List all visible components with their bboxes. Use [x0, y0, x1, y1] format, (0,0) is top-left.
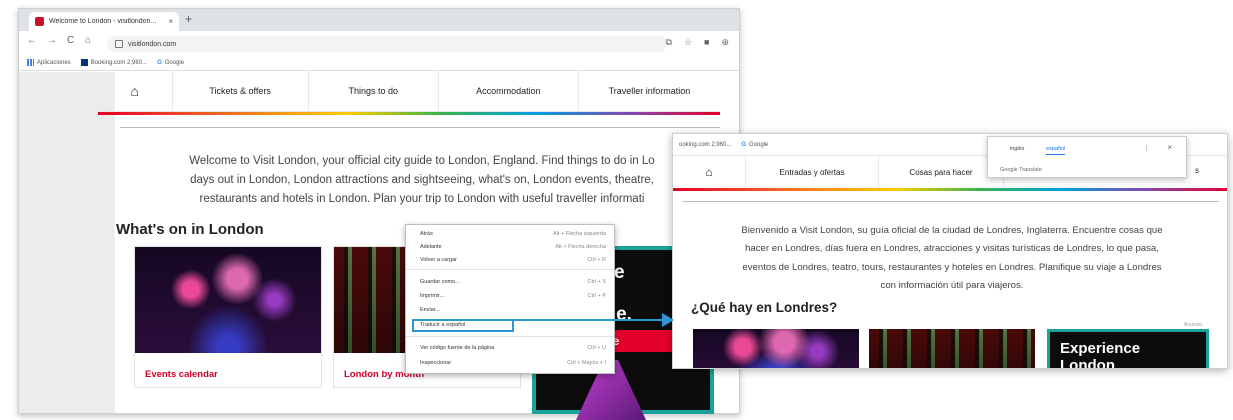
ad-label: Anuncio	[1183, 322, 1202, 328]
nav-cutoff-text: s	[1195, 166, 1199, 175]
translate-highlight-box	[412, 319, 514, 332]
forward-arrow-icon[interactable]: →	[47, 35, 57, 46]
card-label[interactable]: Events calendar	[145, 369, 218, 380]
divider	[120, 127, 720, 128]
extension-icon[interactable]: ■	[704, 37, 709, 48]
fireworks-image	[135, 247, 321, 353]
page-margin	[19, 72, 115, 413]
bookmark-google[interactable]: G Google	[741, 142, 768, 148]
ad-headline: Experience London	[1060, 340, 1141, 369]
google-translate-label: Google Translate	[1000, 167, 1042, 173]
ctx-reload[interactable]: Volver a cargar Ctrl + R	[420, 255, 606, 265]
divider	[683, 201, 1219, 202]
ctx-forward[interactable]: Adelante Alt + Flecha derecha	[420, 242, 606, 252]
ctx-view-source[interactable]: Ver código fuente de la página Ctrl + U	[420, 343, 606, 353]
bookmark-booking[interactable]: ooking.com 2,960...	[679, 142, 731, 148]
nav-things-to-do[interactable]: Things to do	[309, 70, 439, 111]
site-nav: ⌂ Tickets & offers Things to do Accommod…	[98, 70, 720, 112]
nav-entradas-ofertas[interactable]: Entradas y ofertas	[746, 156, 879, 188]
ctx-back[interactable]: Atrás Alt + Flecha izquierda	[420, 229, 606, 239]
ctx-separator	[406, 269, 614, 270]
ctx-send[interactable]: Enviar...	[420, 305, 606, 315]
bookmark-apps[interactable]: Aplicaciones	[27, 59, 71, 66]
nav-tickets-offers[interactable]: Tickets & offers	[173, 70, 309, 111]
back-arrow-icon[interactable]: ←	[27, 35, 37, 46]
address-bar[interactable]: visitlondon.com	[107, 36, 667, 52]
ctx-save-as[interactable]: Guardar como... Ctrl + S	[420, 277, 606, 287]
pointer-arrow-line	[509, 319, 664, 321]
menu-icon[interactable]: ⊕	[721, 37, 729, 48]
ad-banner[interactable]: Anuncio Experience London	[1047, 322, 1209, 369]
translate-icon[interactable]: ⧉	[666, 37, 672, 48]
pointer-arrow-head-icon	[662, 313, 674, 327]
google-icon: G	[741, 141, 747, 148]
right-browser-window: ooking.com 2,960... G Google ⌂ Entradas y…	[672, 133, 1228, 369]
bookmarks-bar: Aplicaciones Booking.com 2,960... G Googl…	[19, 55, 739, 71]
visitlondon-favicon-icon	[35, 17, 44, 26]
toolbar-icons: ⧉ ☆ ■ ⊕	[666, 37, 730, 48]
nav-accommodation[interactable]: Accommodation	[439, 70, 579, 111]
more-options-icon[interactable]: ⋮	[1143, 144, 1150, 152]
lang-english-tab[interactable]: inglés	[1010, 146, 1024, 152]
nav-traveller-information[interactable]: Traveller information	[579, 70, 720, 111]
context-menu: Atrás Alt + Flecha izquierda Adelante Alt …	[405, 224, 615, 374]
reload-icon[interactable]: C	[67, 35, 74, 46]
url-text: visitlondon.com	[128, 40, 177, 48]
brand-stripe	[98, 112, 720, 115]
card-events-image[interactable]	[693, 329, 859, 368]
browser-tab[interactable]: Welcome to London - visitlondon... ×	[29, 12, 179, 31]
translate-popup: inglés español ⋮ × Google Translate	[987, 136, 1187, 178]
section-title: What's on in London	[116, 221, 264, 238]
nav-cosas-para-hacer[interactable]: Cosas para hacer	[879, 156, 1004, 188]
booking-icon	[80, 59, 88, 66]
bookmark-booking[interactable]: Booking.com 2,960...	[80, 59, 147, 66]
new-tab-icon[interactable]: +	[185, 12, 192, 26]
tab-title: Welcome to London - visitlondon...	[49, 18, 157, 25]
intro-text: Welcome to Visit London, your official c…	[189, 155, 655, 205]
ctx-separator	[406, 336, 614, 337]
brand-stripe	[673, 188, 1227, 191]
close-icon[interactable]: ×	[1167, 143, 1172, 152]
home-icon[interactable]: ⌂	[85, 35, 91, 46]
close-tab-icon[interactable]: ×	[168, 17, 173, 26]
card-events-calendar[interactable]: Events calendar	[134, 246, 322, 388]
lang-spanish-tab[interactable]: español	[1046, 146, 1066, 155]
ctx-inspect[interactable]: Inspeccionar Ctrl + Mayús + I	[420, 358, 606, 368]
star-icon[interactable]: ☆	[684, 37, 692, 48]
bookmark-google[interactable]: G Google	[157, 60, 184, 66]
section-title: ¿Qué hay en Londres?	[691, 300, 838, 315]
card-month-image[interactable]	[869, 329, 1035, 368]
site-home-icon[interactable]: ⌂	[673, 156, 746, 188]
lock-icon	[115, 40, 123, 48]
apps-grid-icon	[27, 59, 34, 66]
google-icon: G	[157, 59, 162, 66]
ctx-print[interactable]: Imprimir... Ctrl + P	[420, 291, 606, 301]
site-home-icon[interactable]: ⌂	[98, 70, 173, 111]
intro-text-translated: Bienvenido a Visit London, su guía ofici…	[741, 225, 1163, 291]
